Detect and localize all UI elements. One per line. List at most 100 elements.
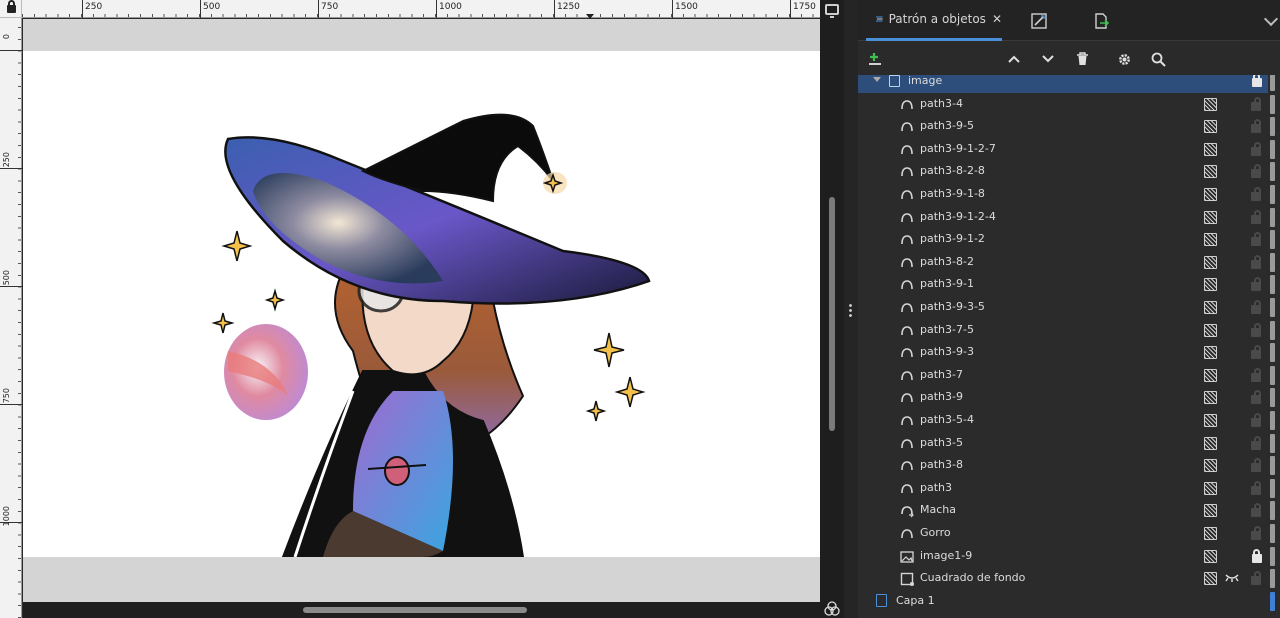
drag-handle-icon[interactable] <box>849 303 852 317</box>
tree-item[interactable]: path3-9-3 <box>858 341 1275 364</box>
tree-item[interactable]: path3-9-1-2-7 <box>858 138 1275 161</box>
eye-closed-icon[interactable] <box>1225 574 1239 583</box>
visibility-mask-icon[interactable] <box>1204 97 1217 111</box>
tab-objects[interactable]: Patrón a objetos ✕ <box>866 0 1002 41</box>
delete-button[interactable] <box>1071 48 1093 70</box>
lock-icon[interactable] <box>1252 548 1262 563</box>
tree-layer-capa-1[interactable]: Capa 1 <box>858 590 1275 613</box>
move-up-button[interactable] <box>1003 48 1025 70</box>
tree-item-label: path3-8 <box>920 458 963 472</box>
lock-icon[interactable] <box>1251 412 1261 427</box>
objects-tree[interactable]: image path3-4 path3-9-5 path3-9-1-2-7 path3… <box>858 75 1280 618</box>
lock-icon[interactable] <box>1251 345 1261 360</box>
witch-illustration[interactable] <box>23 51 820 557</box>
tree-item[interactable]: path3-9-1-8 <box>858 183 1275 206</box>
visibility-mask-icon[interactable] <box>1204 300 1217 314</box>
tree-item[interactable]: path3-8-2-8 <box>858 160 1275 183</box>
tree-item[interactable]: path3-9-1 <box>858 273 1275 296</box>
tree-item[interactable]: image1-9 <box>858 545 1275 568</box>
lock-icon[interactable] <box>1251 186 1261 201</box>
lock-icon[interactable] <box>1251 390 1261 405</box>
row-color-tag <box>1270 591 1275 611</box>
lock-icon[interactable] <box>1251 480 1261 495</box>
lock-icon[interactable] <box>1251 322 1261 337</box>
tree-item[interactable]: path3-9-3-5 <box>858 296 1275 319</box>
add-layer-button[interactable] <box>864 48 886 70</box>
ruler-lock-button[interactable] <box>0 0 22 18</box>
tab-export[interactable] <box>1086 0 1116 41</box>
lock-icon[interactable] <box>1251 96 1261 111</box>
visibility-mask-icon[interactable] <box>1204 572 1217 586</box>
chevron-down-icon[interactable] <box>1263 11 1279 27</box>
lock-icon[interactable] <box>1251 525 1261 540</box>
tree-item[interactable]: Cuadrado de fondo <box>858 567 1275 590</box>
tree-item[interactable]: path3-7 <box>858 364 1275 387</box>
visibility-mask-icon[interactable] <box>1204 120 1217 134</box>
tab-xml-editor[interactable] <box>1024 0 1054 41</box>
lock-icon[interactable] <box>1251 254 1261 269</box>
visibility-mask-icon[interactable] <box>1204 481 1217 495</box>
lock-icon[interactable] <box>1251 367 1261 382</box>
ruler-label: 500 <box>2 270 11 286</box>
expander-icon[interactable] <box>873 77 881 82</box>
display-mode-icon[interactable] <box>825 4 839 18</box>
tree-item[interactable]: path3-5 <box>858 432 1275 455</box>
visibility-mask-icon[interactable] <box>1204 346 1217 360</box>
lock-icon[interactable] <box>1252 75 1262 87</box>
visibility-mask-icon[interactable] <box>1204 323 1217 337</box>
lock-icon[interactable] <box>1251 458 1261 473</box>
horizontal-scrollbar[interactable] <box>23 602 820 618</box>
tree-item[interactable]: path3-4 <box>858 93 1275 116</box>
tree-item[interactable]: path3 <box>858 477 1275 500</box>
lock-icon[interactable] <box>1251 141 1261 156</box>
tree-item[interactable]: path3-5-4 <box>858 409 1275 432</box>
visibility-mask-icon[interactable] <box>1204 413 1217 427</box>
visibility-mask-icon[interactable] <box>1204 368 1217 382</box>
lock-icon[interactable] <box>1251 277 1261 292</box>
close-icon[interactable]: ✕ <box>992 12 1002 26</box>
tree-group-image[interactable]: image <box>858 75 1275 93</box>
visibility-mask-icon[interactable] <box>1204 233 1217 247</box>
visibility-mask-icon[interactable] <box>1204 142 1217 156</box>
move-down-button[interactable] <box>1037 48 1059 70</box>
settings-button[interactable] <box>1113 48 1135 70</box>
visibility-mask-icon[interactable] <box>1204 255 1217 269</box>
vertical-ruler[interactable]: 0 250 500 750 1000 <box>0 18 22 618</box>
tree-item[interactable]: path3-9-1-2 <box>858 228 1275 251</box>
search-button[interactable] <box>1147 48 1169 70</box>
vertical-scrollbar-thumb[interactable] <box>829 197 835 431</box>
lock-icon[interactable] <box>1251 119 1261 134</box>
document-page[interactable] <box>23 51 820 557</box>
lock-icon[interactable] <box>1251 503 1261 518</box>
lock-icon[interactable] <box>1251 299 1261 314</box>
visibility-mask-icon[interactable] <box>1204 459 1217 473</box>
tree-item[interactable]: Gorro <box>858 522 1275 545</box>
visibility-mask-icon[interactable] <box>1204 526 1217 540</box>
visibility-mask-icon[interactable] <box>1204 278 1217 292</box>
tree-item[interactable]: path3-9 <box>858 386 1275 409</box>
visibility-mask-icon[interactable] <box>1204 504 1217 518</box>
canvas-viewport[interactable] <box>23 19 820 602</box>
vertical-scrollbar[interactable] <box>820 0 844 618</box>
lock-icon[interactable] <box>1251 435 1261 450</box>
visibility-mask-icon[interactable] <box>1204 549 1217 563</box>
tree-item[interactable]: path3-8-2 <box>858 251 1275 274</box>
tree-item[interactable]: path3-9-5 <box>858 115 1275 138</box>
visibility-mask-icon[interactable] <box>1204 210 1217 224</box>
tree-item[interactable]: path3-7-5 <box>858 319 1275 342</box>
tree-item[interactable]: Macha <box>858 499 1275 522</box>
lock-icon[interactable] <box>1251 232 1261 247</box>
horizontal-ruler[interactable]: 250 500 750 1000 1250 1500 1750 <box>22 0 820 18</box>
visibility-mask-icon[interactable] <box>1204 436 1217 450</box>
visibility-mask-icon[interactable] <box>1204 187 1217 201</box>
tree-item[interactable]: path3-9-1-2-4 <box>858 206 1275 229</box>
lock-icon[interactable] <box>1251 571 1261 586</box>
tree-item[interactable]: path3-8 <box>858 454 1275 477</box>
visibility-mask-icon[interactable] <box>1204 165 1217 179</box>
horizontal-scrollbar-thumb[interactable] <box>303 607 527 613</box>
dock-splitter[interactable] <box>844 0 858 618</box>
lock-icon[interactable] <box>1251 209 1261 224</box>
visibility-mask-icon[interactable] <box>1204 391 1217 405</box>
color-management-icon[interactable] <box>824 601 840 617</box>
lock-icon[interactable] <box>1251 164 1261 179</box>
